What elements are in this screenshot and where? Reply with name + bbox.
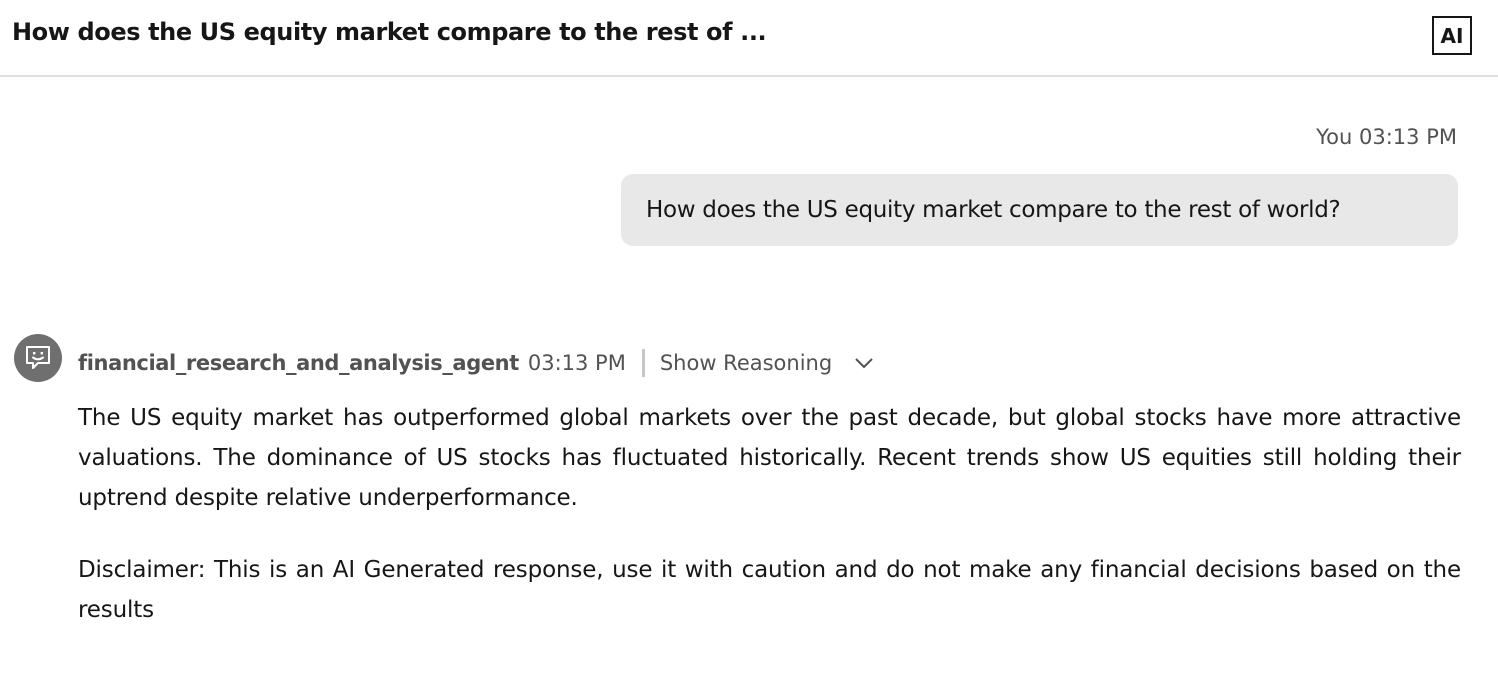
user-message-meta: You 03:13 PM	[1316, 125, 1457, 149]
chat-bot-icon	[14, 334, 62, 382]
user-message-bubble: How does the US equity market compare to…	[621, 174, 1458, 246]
chat-title: How does the US equity market compare to…	[12, 18, 767, 46]
chevron-down-icon	[854, 357, 874, 369]
agent-disclaimer-text: Disclaimer: This is an AI Generated resp…	[78, 557, 1461, 623]
chat-bot-icon-glyph	[26, 346, 50, 369]
user-message-text: How does the US equity market compare to…	[646, 197, 1341, 223]
agent-message-time: 03:13 PM	[527, 351, 626, 375]
show-reasoning-toggle[interactable]: Show Reasoning	[660, 351, 874, 375]
header-divider	[641, 349, 645, 377]
agent-message-header: financial_research_and_analysis_agent 03…	[78, 346, 874, 380]
agent-name: financial_research_and_analysis_agent	[78, 351, 519, 375]
show-reasoning-label: Show Reasoning	[659, 351, 833, 375]
chat-header: How does the US equity market compare to…	[0, 0, 1498, 77]
agent-response-text: The US equity market has outperformed gl…	[78, 405, 1461, 511]
ai-badge-button[interactable]: AI	[1432, 16, 1472, 55]
